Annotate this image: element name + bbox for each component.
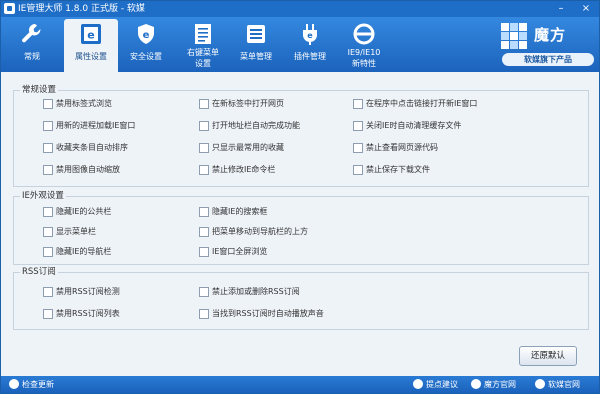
group-title: 常规设置 [20,84,59,96]
list-icon [195,24,211,44]
checkbox[interactable] [43,309,53,319]
ie-document-icon: e [81,24,101,44]
mofang-site-link[interactable]: 魔方官网 [471,376,516,393]
tab-general[interactable]: 常规 [5,19,59,71]
window-title: IE管理大师 1.8.0 正式版 - 软媒 [18,4,145,14]
tab-security-settings[interactable]: e 安全设置 [119,19,173,71]
checkbox[interactable] [43,121,53,131]
check-update-link[interactable]: 检查更新 [9,376,54,393]
menu-icon [247,25,265,43]
checkbox[interactable] [353,99,363,109]
plug-icon: e [303,24,317,45]
checkbox[interactable] [199,309,209,319]
checkbox[interactable] [199,207,209,217]
appearance-settings-group: IE外观设置 隐藏IE的公共栏 隐藏IE的搜索框 显示菜单栏 把菜单移动到导航栏… [13,190,589,265]
checkbox[interactable] [199,247,209,257]
checkbox[interactable] [353,165,363,175]
checkbox[interactable] [199,143,209,153]
tab-ie-new-features[interactable]: IE9/IE10 新特性 [337,19,391,71]
checkbox[interactable] [43,99,53,109]
checkbox[interactable] [199,287,209,297]
title-bar: IE管理大师 1.8.0 正式版 - 软媒 – × [1,1,599,17]
general-settings-group: 常规设置 禁用标签式浏览 在新标签中打开网页 在程序中点击链接打开新IE窗口 用… [13,84,589,187]
tab-menu-management[interactable]: 菜单管理 [229,19,283,71]
ruanmei-logo-icon [535,378,545,389]
checkbox[interactable] [43,247,53,257]
checkbox[interactable] [43,165,53,175]
checkbox[interactable] [199,165,209,175]
main-toolbar: 常规 e 属性设置 e 安全设置 右键菜单 设置 菜单管理 e 插件管理 IE9… [1,17,599,72]
lightbulb-icon [413,378,423,389]
brand-subtitle: 软媒旗下产品 [502,53,594,66]
cube-logo-icon [501,23,527,49]
checkbox[interactable] [43,143,53,153]
restore-defaults-button[interactable]: 还原默认 [519,346,577,366]
group-title: IE外观设置 [20,190,66,202]
cube-icon [471,378,481,389]
suggestion-link[interactable]: 提点建议 [413,376,458,393]
tab-attribute-settings[interactable]: e 属性设置 [64,19,118,72]
brand-logo[interactable]: 魔方 软媒旗下产品 [498,20,596,68]
checkbox[interactable] [199,227,209,237]
ruanmei-site-link[interactable]: 软媒官网 [535,376,580,393]
checkbox[interactable] [353,121,363,131]
svg-text:e: e [87,29,94,42]
rss-settings-group: RSS订阅 禁用RSS订阅检测 禁止添加或删除RSS订阅 禁用RSS订阅列表 当… [13,266,589,330]
main-window: IE管理大师 1.8.0 正式版 - 软媒 – × 常规 e 属性设置 e 安全… [0,0,600,394]
checkbox[interactable] [43,207,53,217]
tab-plugin-management[interactable]: e 插件管理 [283,19,337,71]
close-button[interactable]: × [579,2,593,15]
checkbox[interactable] [199,99,209,109]
status-bar: 检查更新 提点建议 魔方官网 软媒官网 [1,376,599,393]
ie-shield-icon: e [138,24,154,44]
svg-text:e: e [307,31,313,40]
checkbox[interactable] [43,287,53,297]
wrench-icon [22,23,41,43]
checkbox[interactable] [199,121,209,131]
checkbox[interactable] [353,143,363,153]
refresh-icon [9,378,19,389]
tab-context-menu-settings[interactable]: 右键菜单 设置 [176,19,230,71]
checkbox[interactable] [43,227,53,237]
group-title: RSS订阅 [20,266,58,278]
brand-name: 魔方 [534,26,567,44]
app-icon [4,3,15,14]
minimize-button[interactable]: – [554,2,568,15]
svg-text:e: e [143,30,150,41]
ie-logo-icon [353,23,375,45]
